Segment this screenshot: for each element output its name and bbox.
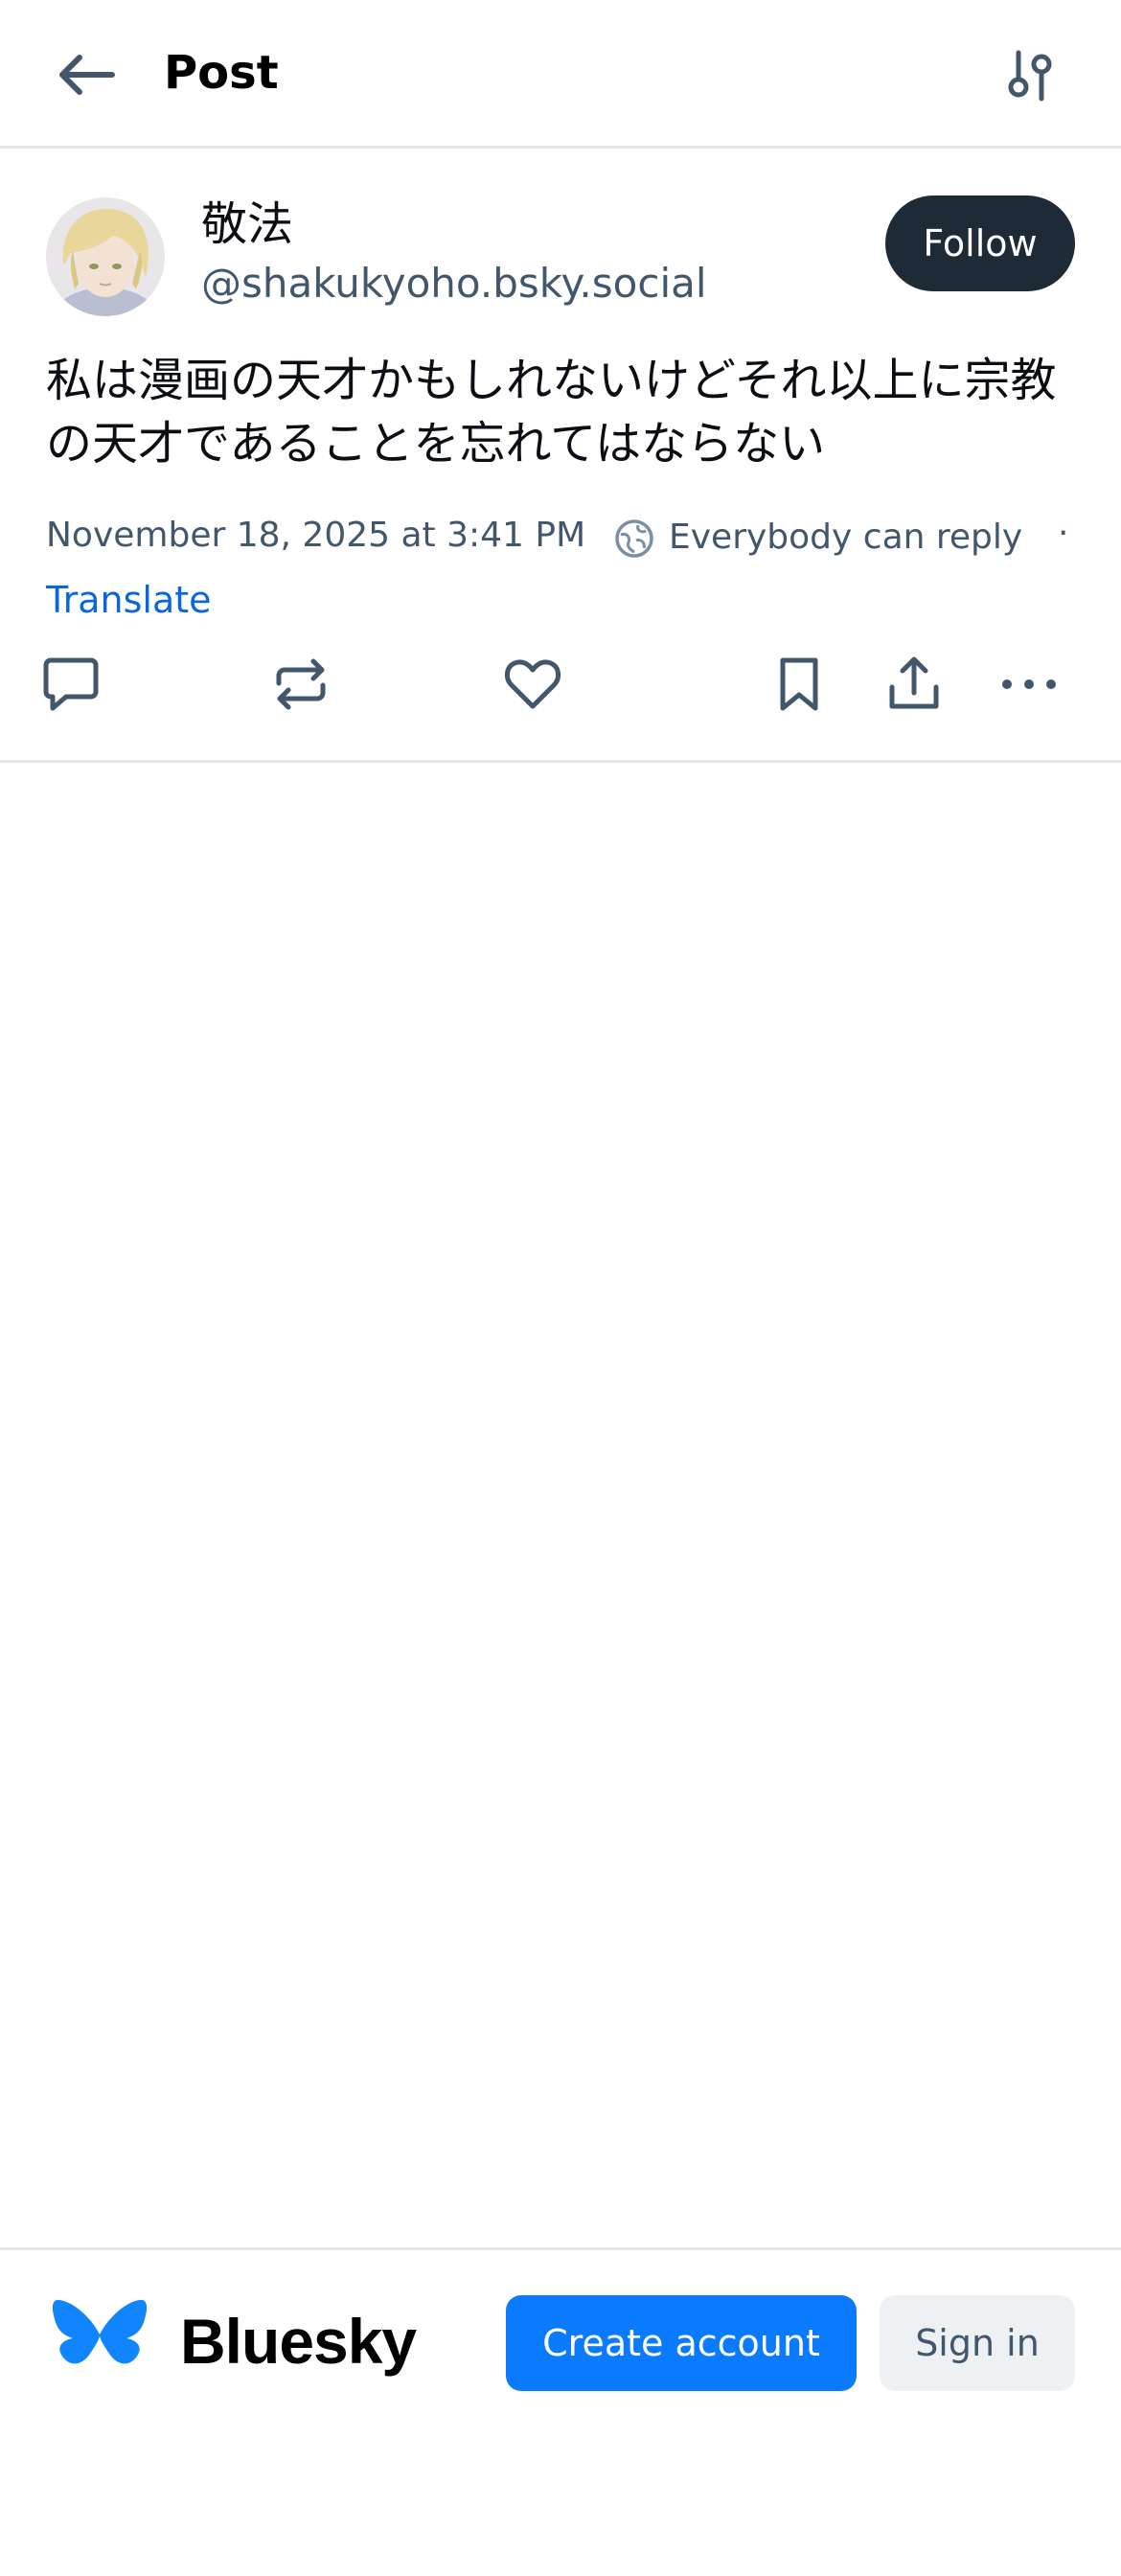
comment-icon	[43, 657, 99, 711]
follow-button[interactable]: Follow	[885, 196, 1075, 291]
repost-button[interactable]	[264, 648, 337, 721]
like-button[interactable]	[496, 648, 569, 721]
reply-setting[interactable]: Everybody can reply	[669, 518, 1022, 557]
top-bar: Post	[0, 0, 1121, 149]
page-title: Post	[164, 46, 279, 100]
more-icon	[1002, 679, 1056, 689]
meta-separator: ·	[1058, 514, 1069, 553]
brand: Bluesky	[50, 2298, 417, 2384]
author-display-name[interactable]: 敬法	[201, 196, 293, 253]
butterfly-logo-icon	[52, 2299, 148, 2364]
bottom-bar: Bluesky Create account Sign in	[0, 2247, 1121, 2576]
back-button[interactable]	[53, 48, 120, 102]
heart-icon	[505, 659, 560, 709]
translate-link[interactable]: Translate	[46, 573, 212, 627]
avatar[interactable]	[46, 197, 165, 316]
thread-settings-button[interactable]	[996, 46, 1064, 105]
share-button[interactable]	[878, 648, 950, 721]
more-options-button[interactable]	[993, 648, 1065, 721]
sign-in-button[interactable]: Sign in	[880, 2295, 1075, 2391]
globe-icon	[615, 519, 653, 558]
bookmark-button[interactable]	[763, 648, 835, 721]
reply-button[interactable]	[34, 648, 107, 721]
create-account-button[interactable]: Create account	[506, 2295, 857, 2391]
brand-name: Bluesky	[180, 2306, 417, 2377]
share-icon	[889, 656, 939, 709]
sliders-icon	[1008, 50, 1052, 102]
post-text: 私は漫画の天才かもしれないけどそれ以上に宗教の天才であることを忘れてはならない	[46, 354, 1057, 471]
repost-icon	[276, 658, 326, 710]
arrow-left-icon	[59, 55, 115, 95]
bookmark-icon	[780, 657, 818, 711]
post-meta: November 18, 2025 at 3:41 PM Everybody c…	[46, 508, 1090, 562]
avatar-image	[46, 197, 165, 316]
author-handle[interactable]: @shakukyoho.bsky.social	[201, 257, 707, 310]
post-card: 敬法 @shakukyoho.bsky.social Follow 私は漫画の天…	[0, 151, 1121, 763]
post-date: November 18, 2025 at 3:41 PM	[46, 516, 586, 555]
